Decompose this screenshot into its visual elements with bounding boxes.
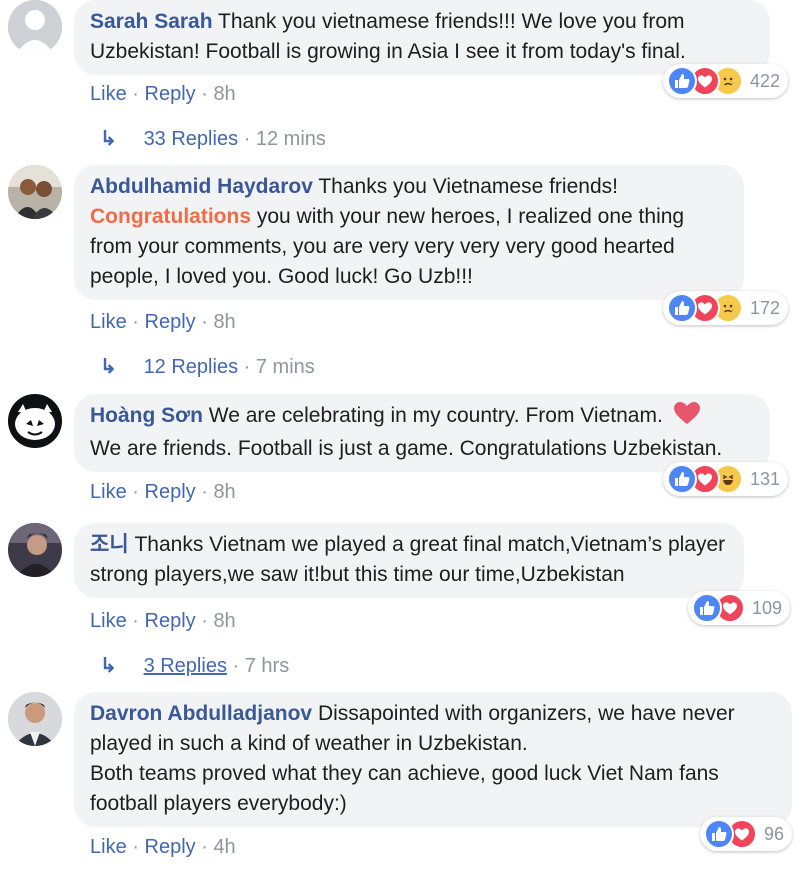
comment-actions: Like · Reply · 8h bbox=[90, 481, 236, 504]
like-reaction-icon bbox=[667, 293, 697, 323]
comment-author[interactable]: Sarah Sarah bbox=[90, 10, 213, 33]
like-link[interactable]: Like bbox=[90, 610, 127, 632]
view-replies: ↳ 12 Replies · 7 mins bbox=[100, 354, 315, 379]
like-reaction-icon bbox=[704, 819, 734, 849]
comment-bubble: Sarah Sarah Thank you vietnamese friends… bbox=[74, 0, 770, 75]
comment-bubble: Hoàng Sơn We are celebrating in my count… bbox=[74, 394, 770, 472]
reply-arrow-icon: ↳ bbox=[100, 128, 117, 150]
comment-author[interactable]: Hoàng Sơn bbox=[90, 404, 203, 427]
reaction-count: 109 bbox=[752, 597, 783, 618]
comment-text: Both teams proved what they can achieve,… bbox=[90, 762, 719, 815]
comment-timestamp[interactable]: 8h bbox=[213, 311, 235, 333]
separator: · bbox=[132, 83, 139, 105]
like-reaction-icon bbox=[692, 593, 722, 623]
comment-timestamp[interactable]: 8h bbox=[213, 83, 235, 105]
comment-timestamp[interactable]: 4h bbox=[213, 836, 235, 858]
like-reaction-icon bbox=[667, 66, 697, 96]
comment-text: We are friends. Football is just a game.… bbox=[90, 437, 723, 460]
separator: · bbox=[201, 836, 208, 858]
separator: · bbox=[201, 481, 208, 503]
comment-author[interactable]: Abdulhamid Haydarov bbox=[90, 175, 313, 198]
reply-arrow-icon: ↳ bbox=[100, 655, 117, 677]
comment-author[interactable]: Davron Abdulladjanov bbox=[90, 702, 312, 725]
replies-timestamp: 7 hrs bbox=[244, 655, 290, 677]
comment-text: We are celebrating in my country. From V… bbox=[208, 404, 663, 427]
avatar[interactable] bbox=[8, 0, 62, 54]
reactions-summary[interactable]: 422 bbox=[663, 64, 789, 98]
avatar[interactable] bbox=[8, 394, 62, 448]
separator: · bbox=[132, 311, 139, 333]
mention-tag[interactable]: Congratulations bbox=[90, 205, 251, 228]
comment-timestamp[interactable]: 8h bbox=[213, 610, 235, 632]
comment-text: Thanks Vietnam we played a great final m… bbox=[90, 533, 726, 586]
view-replies-link[interactable]: 33 Replies bbox=[144, 128, 239, 150]
reply-link[interactable]: Reply bbox=[145, 836, 196, 858]
reactions-summary[interactable]: 172 bbox=[663, 291, 789, 325]
replies-timestamp: 12 mins bbox=[255, 128, 326, 150]
reaction-count: 131 bbox=[750, 468, 781, 489]
view-replies: ↳ 33 Replies · 12 mins bbox=[100, 126, 326, 151]
separator: · bbox=[201, 311, 208, 333]
separator: · bbox=[132, 610, 139, 632]
separator: · bbox=[132, 481, 139, 503]
like-link[interactable]: Like bbox=[90, 311, 127, 333]
like-reaction-icon bbox=[667, 464, 697, 494]
reaction-count: 96 bbox=[764, 823, 785, 844]
view-replies-link[interactable]: 3 Replies bbox=[144, 655, 227, 677]
separator: · bbox=[243, 356, 251, 378]
separator: · bbox=[232, 655, 240, 677]
separator: · bbox=[201, 83, 208, 105]
comment-bubble: Abdulhamid Haydarov Thanks you Vietnames… bbox=[74, 165, 744, 300]
reply-arrow-icon: ↳ bbox=[100, 356, 117, 378]
reaction-count: 422 bbox=[750, 70, 781, 91]
avatar[interactable] bbox=[8, 165, 62, 219]
comment-text: Thanks you Vietnamese friends! bbox=[318, 175, 618, 198]
reaction-count: 172 bbox=[750, 297, 781, 318]
reply-link[interactable]: Reply bbox=[145, 610, 196, 632]
comment-bubble: 조니 Thanks Vietnam we played a great fina… bbox=[74, 523, 744, 598]
reply-link[interactable]: Reply bbox=[145, 481, 196, 503]
comment-bubble: Davron Abdulladjanov Dissapointed with o… bbox=[74, 692, 792, 827]
like-link[interactable]: Like bbox=[90, 83, 127, 105]
like-link[interactable]: Like bbox=[90, 836, 127, 858]
like-link[interactable]: Like bbox=[90, 481, 127, 503]
reactions-summary[interactable]: 131 bbox=[663, 462, 789, 496]
reactions-summary[interactable]: 96 bbox=[700, 817, 793, 851]
reply-link[interactable]: Reply bbox=[145, 311, 196, 333]
comment-author[interactable]: 조니 bbox=[90, 533, 129, 556]
reactions-summary[interactable]: 109 bbox=[688, 591, 791, 625]
comment-timestamp[interactable]: 8h bbox=[213, 481, 235, 503]
separator: · bbox=[201, 610, 208, 632]
reply-link[interactable]: Reply bbox=[145, 83, 196, 105]
comment-actions: Like · Reply · 8h bbox=[90, 610, 236, 633]
separator: · bbox=[243, 128, 251, 150]
comment-actions: Like · Reply · 8h bbox=[90, 311, 236, 334]
heart-emoji-icon bbox=[673, 401, 701, 434]
avatar[interactable] bbox=[8, 692, 62, 746]
view-replies: ↳ 3 Replies · 7 hrs bbox=[100, 653, 289, 678]
replies-timestamp: 7 mins bbox=[255, 356, 315, 378]
comment-actions: Like · Reply · 4h bbox=[90, 836, 236, 859]
view-replies-link[interactable]: 12 Replies bbox=[144, 356, 239, 378]
comment-actions: Like · Reply · 8h bbox=[90, 83, 236, 106]
separator: · bbox=[132, 836, 139, 858]
avatar[interactable] bbox=[8, 523, 62, 577]
